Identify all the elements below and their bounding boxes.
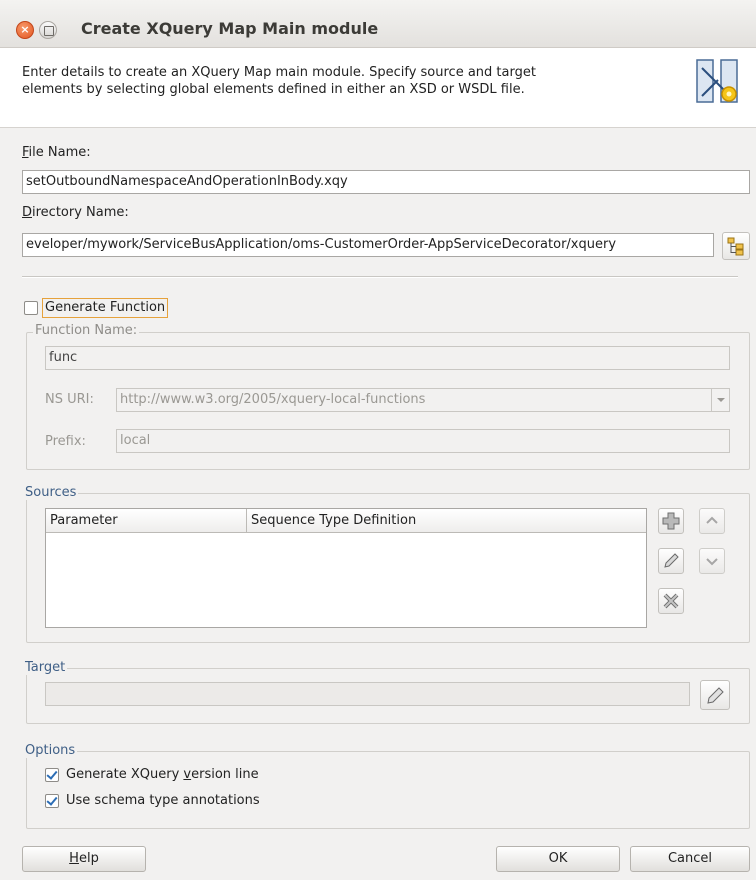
cancel-button[interactable]: Cancel xyxy=(630,846,750,872)
target-legend: Target xyxy=(23,660,68,675)
sources-legend: Sources xyxy=(23,485,79,500)
title-bar: × Create XQuery Map Main module xyxy=(0,0,756,48)
chevron-down-icon xyxy=(706,558,718,566)
maximize-window-button[interactable] xyxy=(39,21,57,39)
ns-uri-value: http://www.w3.org/2005/xquery-local-func… xyxy=(120,392,426,407)
edit-source-button[interactable] xyxy=(658,548,684,574)
prefix-input[interactable]: local xyxy=(116,429,730,453)
pencil-icon xyxy=(664,553,679,568)
chevron-up-icon xyxy=(706,516,718,524)
xquery-map-wizard-icon xyxy=(696,59,738,103)
pencil-icon xyxy=(707,687,724,704)
separator xyxy=(22,276,738,278)
ns-uri-label: NS URI: xyxy=(45,392,94,407)
delete-x-icon xyxy=(663,593,679,609)
dropdown-arrow-icon[interactable] xyxy=(711,389,729,411)
ok-button[interactable]: OK xyxy=(496,846,620,872)
prefix-label: Prefix: xyxy=(45,434,86,449)
schema-type-annotations-label[interactable]: Use schema type annotations xyxy=(66,793,260,808)
generate-version-line-label[interactable]: Generate XQuery version line xyxy=(66,767,259,782)
dialog-description: Enter details to create an XQuery Map ma… xyxy=(22,64,662,98)
add-source-button[interactable] xyxy=(658,508,684,534)
close-window-button[interactable]: × xyxy=(16,21,34,39)
ns-uri-select[interactable]: http://www.w3.org/2005/xquery-local-func… xyxy=(116,388,730,412)
generate-version-line-checkbox[interactable] xyxy=(45,768,59,782)
options-group xyxy=(26,751,750,829)
generate-function-checkbox[interactable] xyxy=(24,301,38,315)
move-up-button[interactable] xyxy=(699,508,725,534)
window-title: Create XQuery Map Main module xyxy=(81,19,379,38)
edit-target-button[interactable] xyxy=(700,680,730,710)
target-input[interactable] xyxy=(45,682,690,706)
sources-table[interactable]: Parameter Sequence Type Definition xyxy=(45,508,647,628)
directory-name-input[interactable]: eveloper/mywork/ServiceBusApplication/om… xyxy=(22,233,714,257)
schema-type-annotations-checkbox[interactable] xyxy=(45,794,59,808)
close-icon: × xyxy=(20,23,30,36)
delete-source-button[interactable] xyxy=(658,588,684,614)
options-legend: Options xyxy=(23,743,78,758)
description-line-2: elements by selecting global elements de… xyxy=(22,82,525,97)
browse-directory-button[interactable] xyxy=(722,232,750,260)
description-line-1: Enter details to create an XQuery Map ma… xyxy=(22,65,536,80)
generate-function-label[interactable]: Generate Function xyxy=(42,298,169,318)
directory-name-label: Directory Name: xyxy=(22,205,129,220)
column-header-sequence-type[interactable]: Sequence Type Definition xyxy=(246,509,646,533)
move-down-button[interactable] xyxy=(699,548,725,574)
plus-icon xyxy=(662,512,680,530)
dialog-header: Enter details to create an XQuery Map ma… xyxy=(0,48,756,128)
file-name-input[interactable]: setOutboundNamespaceAndOperationInBody.x… xyxy=(22,170,750,194)
function-name-input[interactable]: func xyxy=(45,346,730,370)
folder-tree-icon xyxy=(727,237,744,256)
file-name-label: File Name: xyxy=(22,145,91,160)
help-button[interactable]: Help xyxy=(22,846,146,872)
column-header-parameter[interactable]: Parameter xyxy=(46,509,246,533)
function-name-legend: Function Name: xyxy=(33,323,140,338)
